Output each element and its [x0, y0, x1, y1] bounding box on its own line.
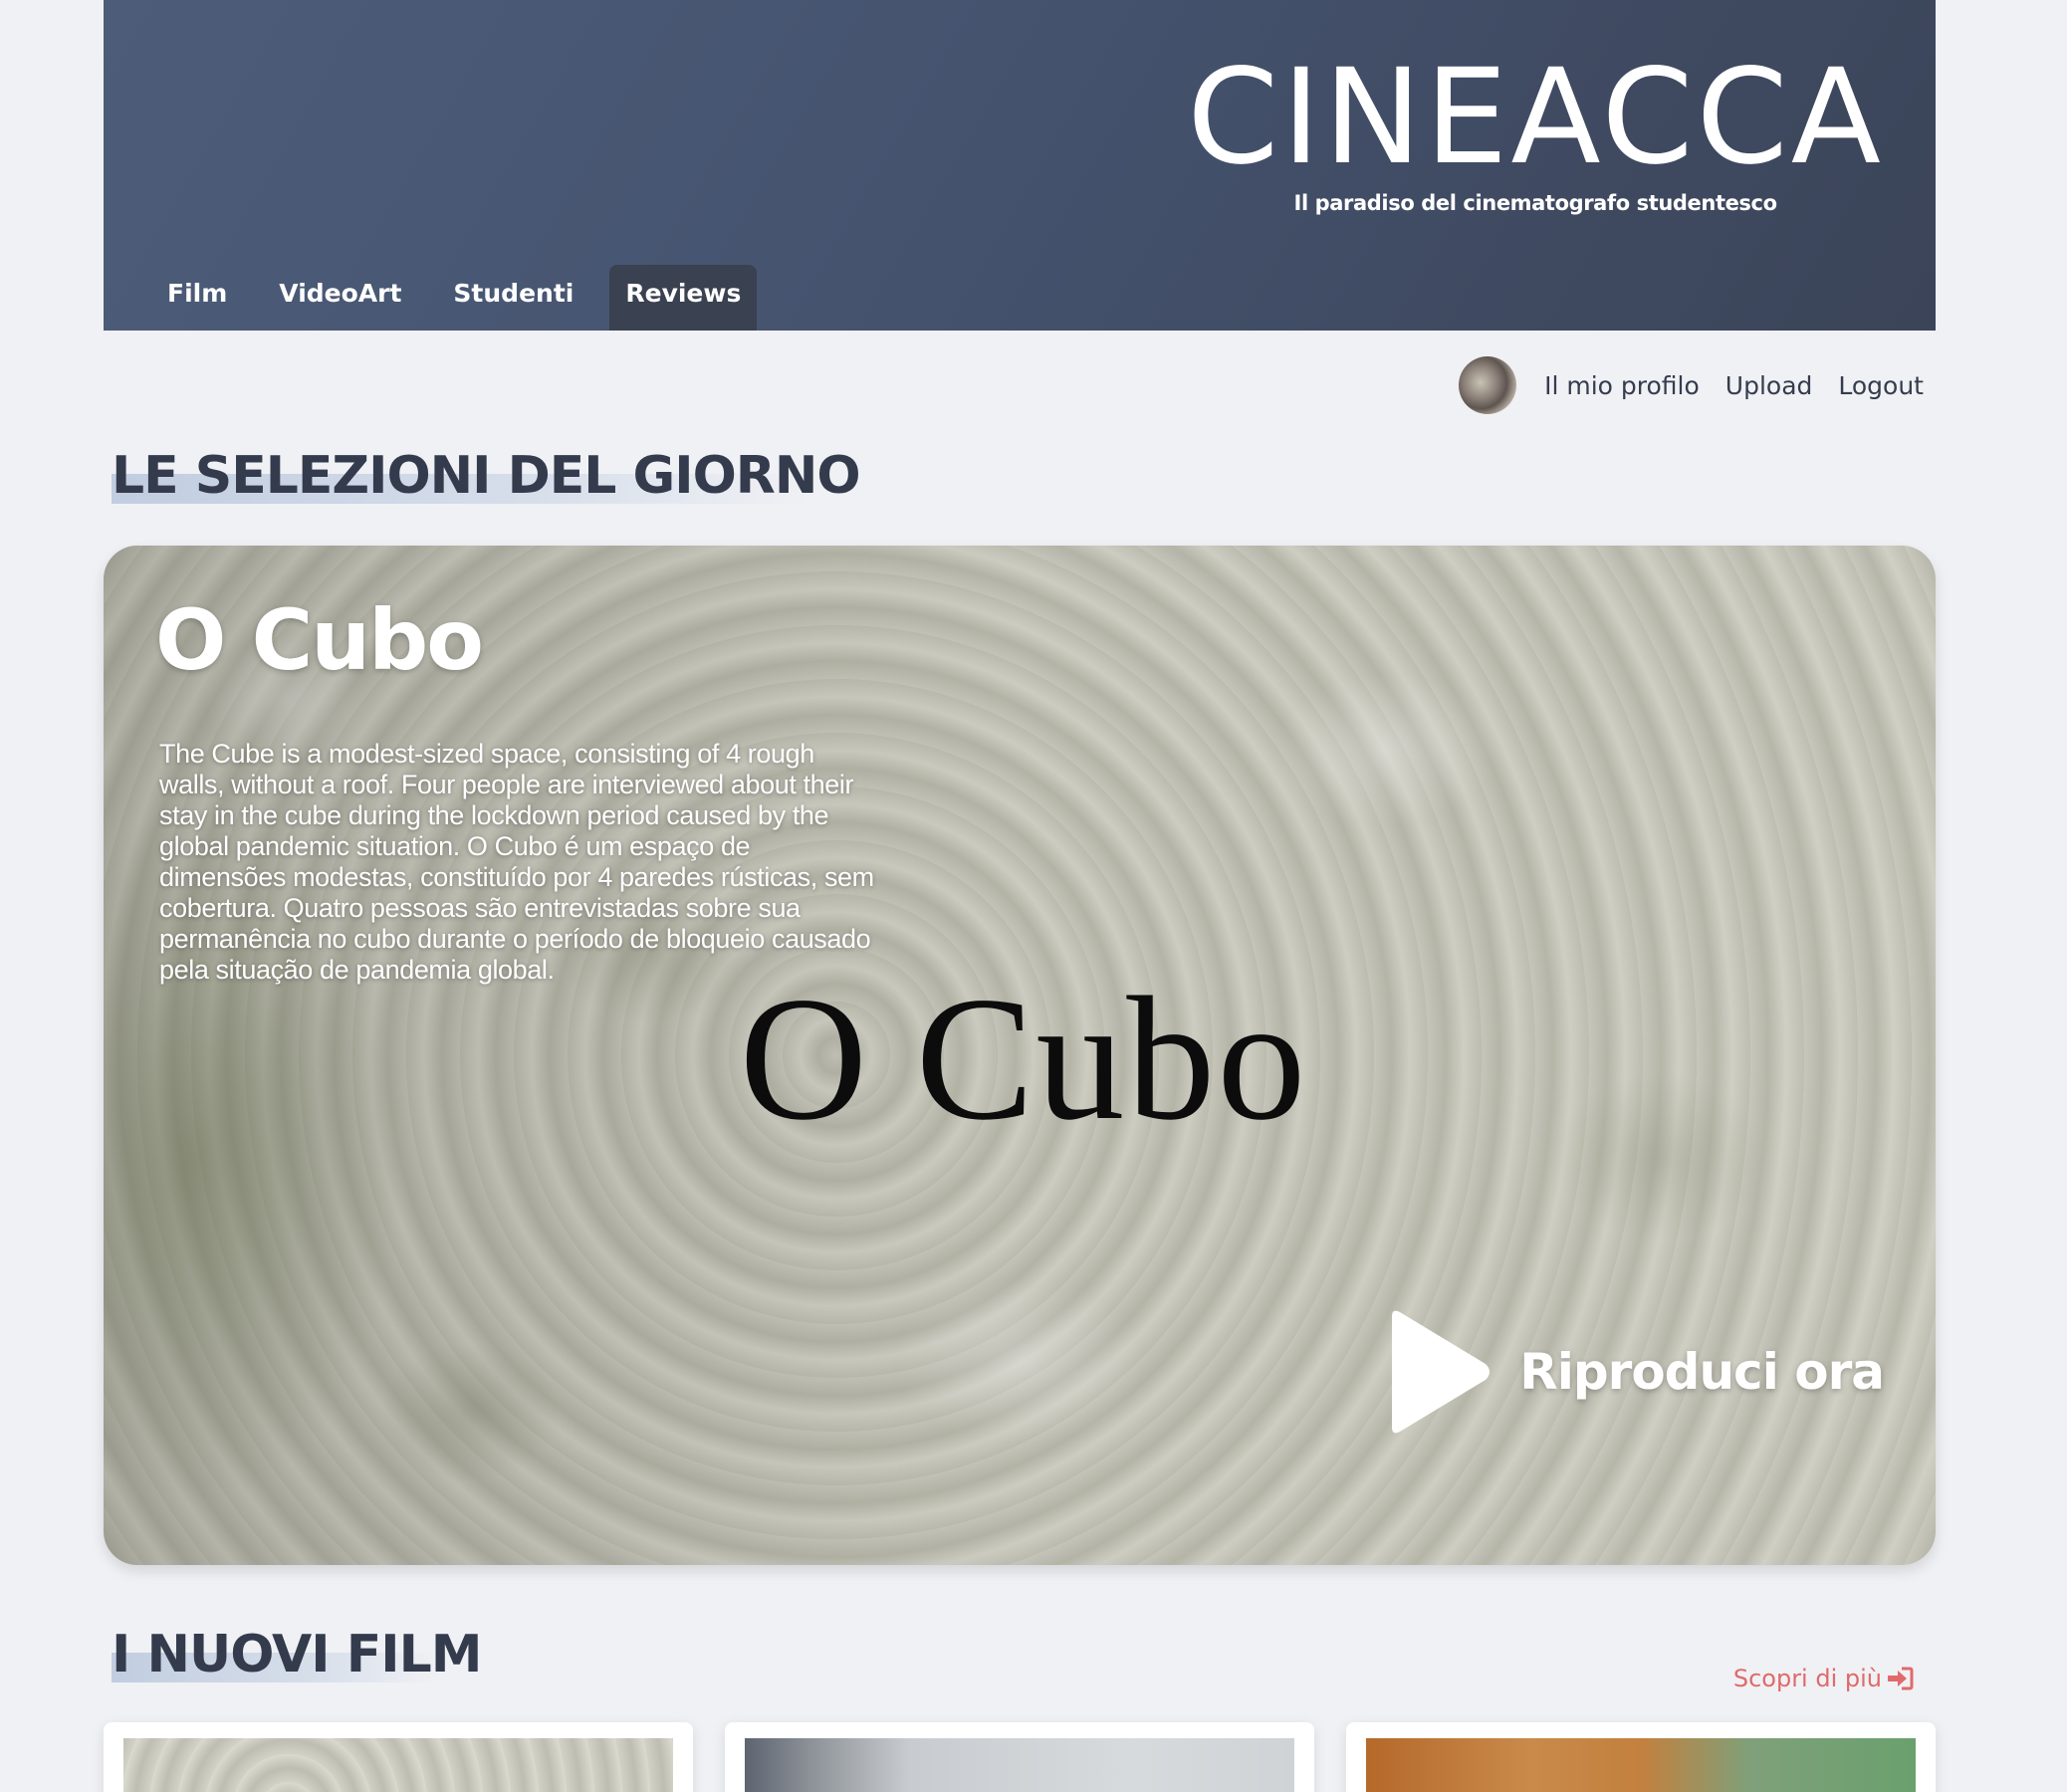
page: CINEACCA Il paradiso del cinematografo s…	[0, 0, 2067, 1792]
featured-section-heading: LE SELEZIONI DEL GIORNO	[104, 446, 861, 506]
new-films-list	[104, 1722, 1936, 1792]
play-icon[interactable]	[1378, 1306, 1495, 1438]
brand-title[interactable]: CINEACCA	[1187, 48, 1884, 187]
play-now-button[interactable]: Riproduci ora	[1378, 1306, 1885, 1438]
featured-section-title: LE SELEZIONI DEL GIORNO	[112, 446, 861, 506]
poster-title-text: O Cubo	[739, 960, 1308, 1157]
featured-film-card[interactable]: O Cubo O Cubo The Cube is a modest-sized…	[104, 546, 1936, 1565]
main-nav: Film VideoArt Studenti Reviews	[151, 265, 777, 331]
nav-item-studenti[interactable]: Studenti	[437, 265, 589, 331]
upload-link[interactable]: Upload	[1725, 371, 1813, 400]
brand[interactable]: CINEACCA Il paradiso del cinematografo s…	[1187, 48, 1884, 215]
site-header: CINEACCA Il paradiso del cinematografo s…	[104, 0, 1936, 331]
film-thumbnail[interactable]	[123, 1738, 673, 1792]
discover-more-link[interactable]: Scopri di più	[1733, 1665, 1914, 1692]
play-now-label[interactable]: Riproduci ora	[1519, 1343, 1885, 1401]
nav-item-film[interactable]: Film	[151, 265, 243, 331]
avatar[interactable]	[1459, 356, 1517, 414]
profile-link[interactable]: Il mio profilo	[1544, 371, 1700, 400]
new-films-section-title: I NUOVI FILM	[112, 1625, 482, 1684]
film-card[interactable]	[104, 1722, 693, 1792]
sign-in-arrow-icon[interactable]	[1886, 1666, 1914, 1691]
user-bar: Il mio profilo Upload Logout	[1459, 356, 1924, 414]
featured-film-description: The Cube is a modest-sized space, consis…	[159, 739, 874, 985]
film-thumbnail[interactable]	[745, 1738, 1294, 1792]
featured-film-title[interactable]: O Cubo	[155, 591, 484, 689]
nav-item-reviews[interactable]: Reviews	[609, 265, 758, 331]
discover-more-label[interactable]: Scopri di più	[1733, 1665, 1882, 1692]
film-thumbnail[interactable]	[1366, 1738, 1916, 1792]
logout-link[interactable]: Logout	[1838, 371, 1924, 400]
nav-item-videoart[interactable]: VideoArt	[263, 265, 417, 331]
film-card[interactable]	[725, 1722, 1314, 1792]
new-films-section-heading: I NUOVI FILM	[104, 1625, 482, 1684]
brand-subtitle: Il paradiso del cinematografo studentesc…	[1293, 191, 1777, 215]
film-card[interactable]	[1346, 1722, 1936, 1792]
